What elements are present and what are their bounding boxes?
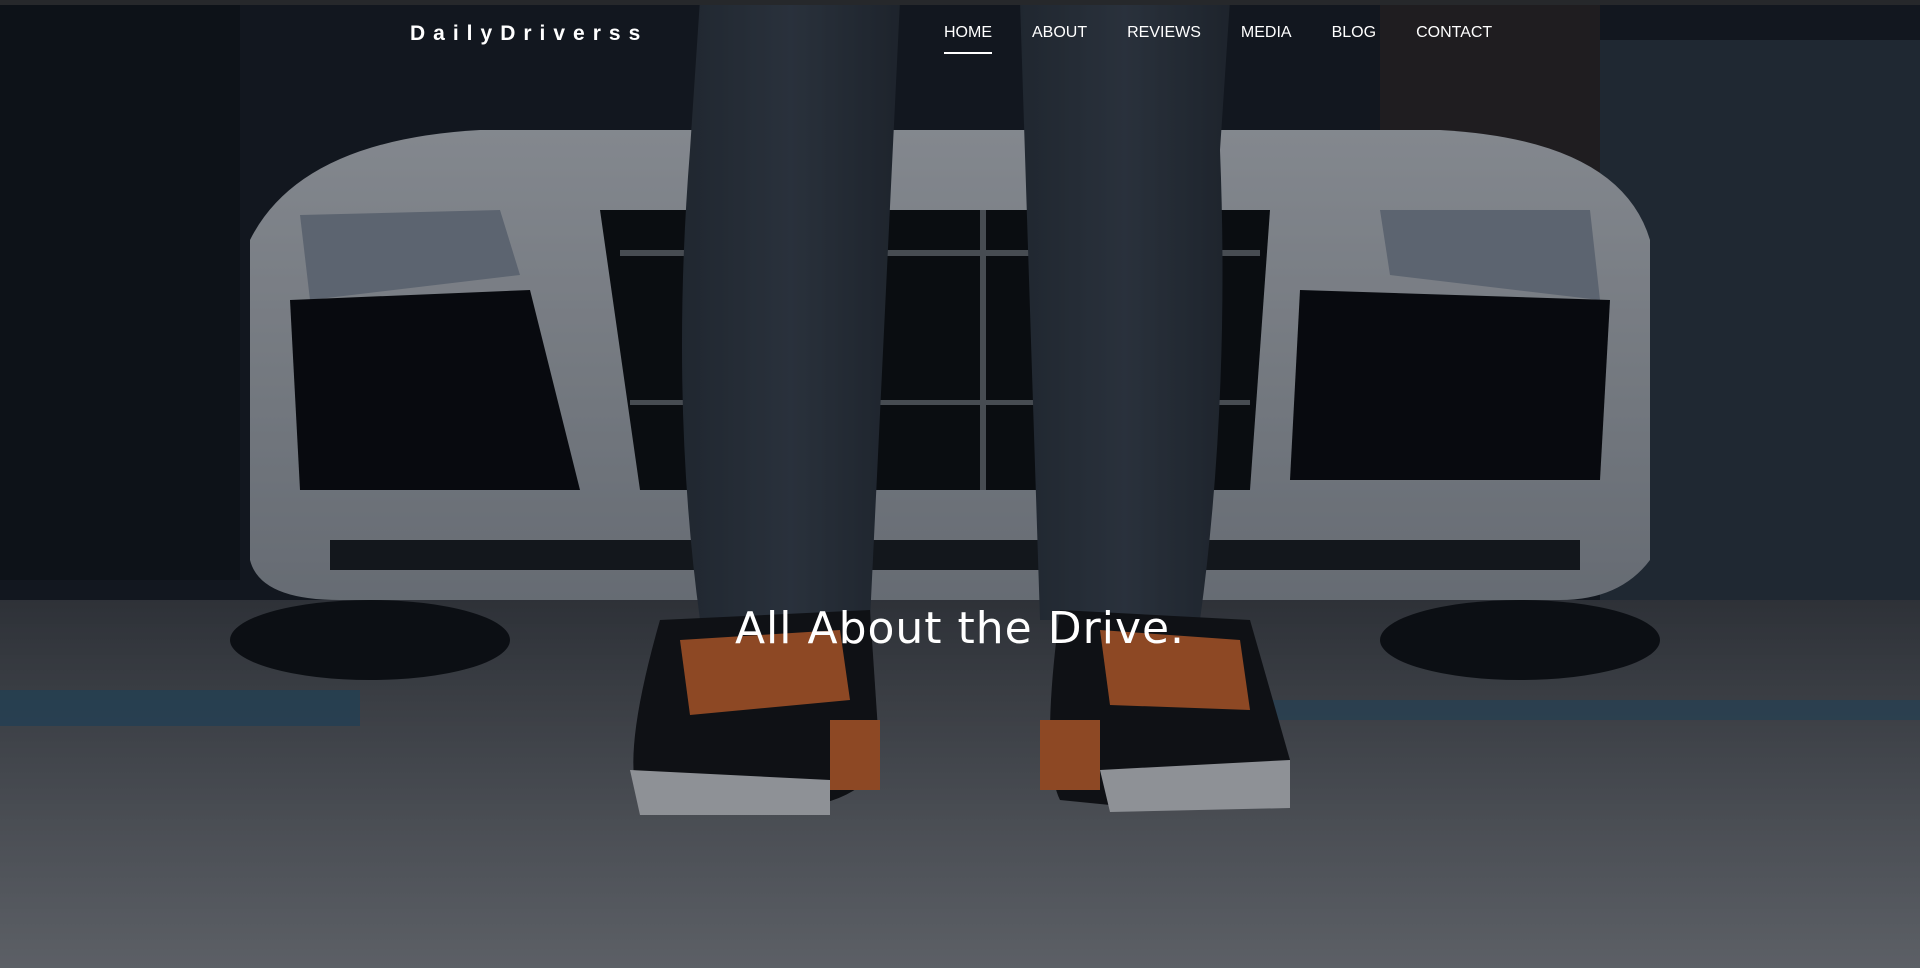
- scrollbar-track[interactable]: [1920, 0, 1930, 968]
- nav-about[interactable]: ABOUT: [1032, 24, 1087, 54]
- nav-blog[interactable]: BLOG: [1332, 24, 1376, 54]
- nav-home[interactable]: HOME: [944, 24, 992, 54]
- main-navigation: HOME ABOUT REVIEWS MEDIA BLOG CONTACT: [944, 24, 1532, 54]
- nav-contact[interactable]: CONTACT: [1416, 24, 1492, 54]
- nav-reviews[interactable]: REVIEWS: [1127, 24, 1201, 54]
- hero-section: DailyDriverss HOME ABOUT REVIEWS MEDIA B…: [0, 0, 1930, 968]
- hero-background-image: [0, 0, 1930, 968]
- site-logo[interactable]: DailyDriverss: [410, 22, 648, 46]
- nav-media[interactable]: MEDIA: [1241, 24, 1292, 54]
- window-top-strip: [0, 0, 1930, 5]
- hero-headline: All About the Drive.: [734, 603, 1186, 654]
